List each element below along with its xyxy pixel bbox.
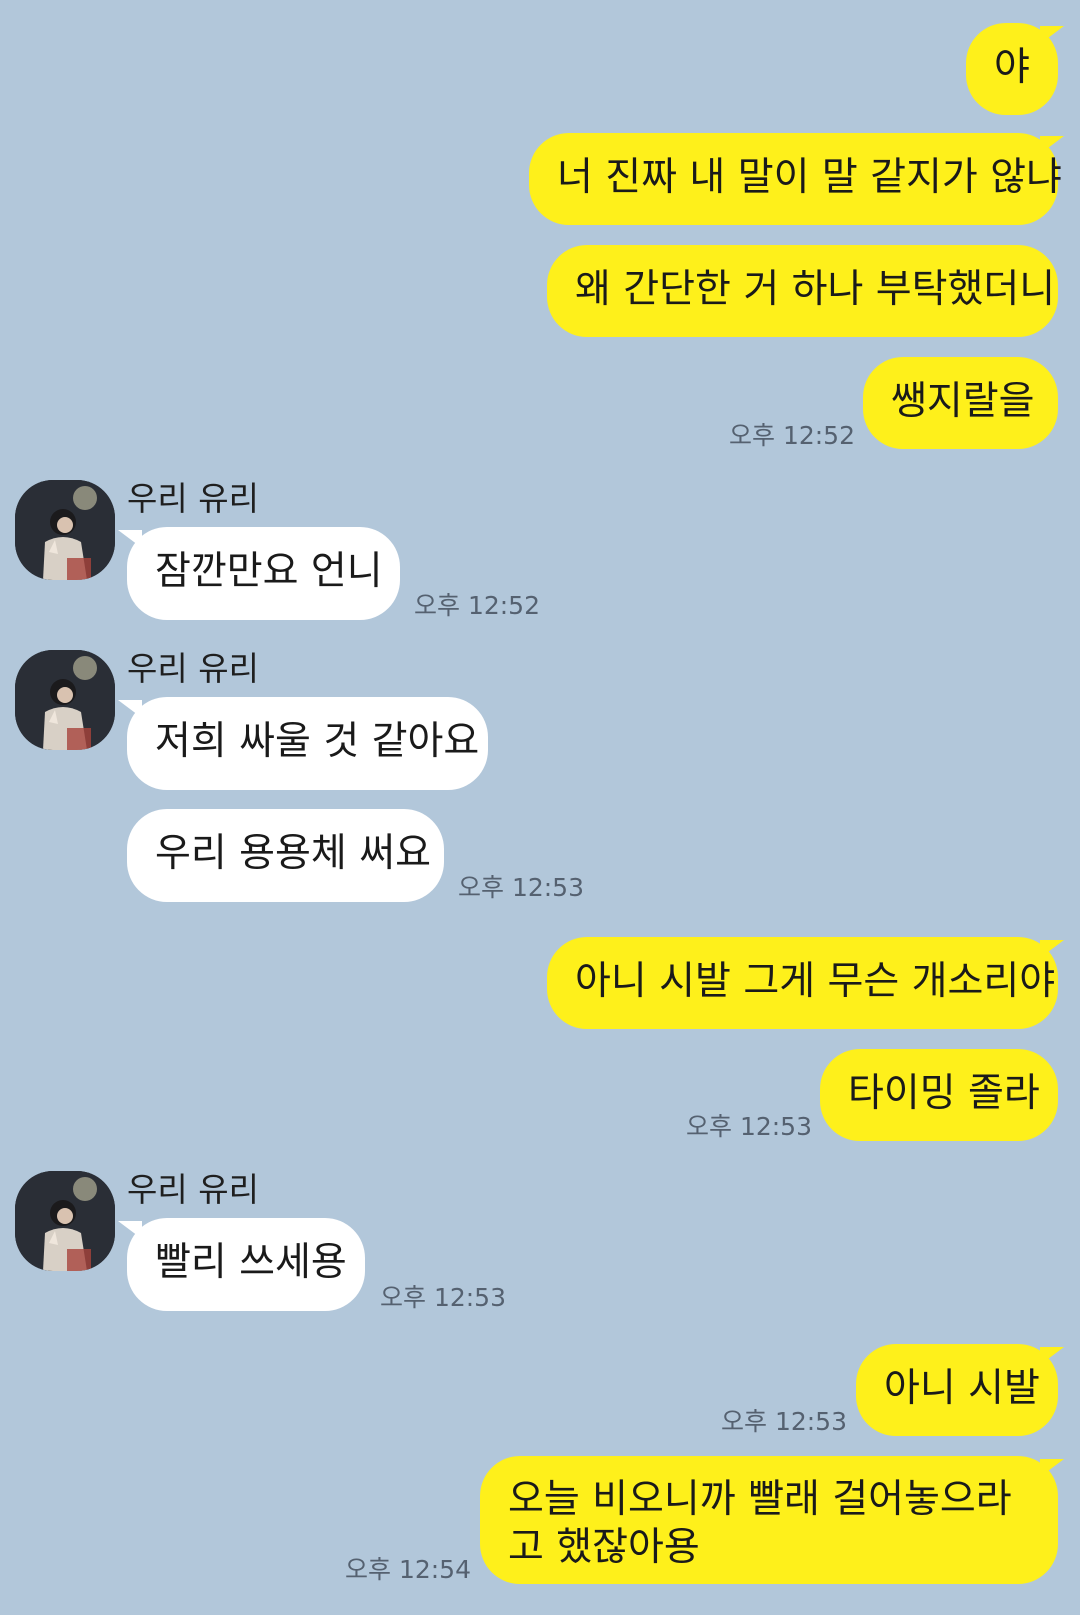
contact-avatar[interactable] — [15, 1171, 115, 1271]
message-timestamp: 오후 12:52 — [729, 421, 855, 450]
contact-name: 우리 유리 — [127, 649, 259, 688]
my-bubble-tail — [1040, 1459, 1064, 1477]
their-message-bubble[interactable]: 잠깐만요 언니 — [127, 527, 400, 620]
message-timestamp: 오후 12:54 — [345, 1555, 471, 1584]
message-timestamp: 오후 12:53 — [686, 1112, 812, 1141]
profile-photo-icon — [15, 480, 115, 580]
my-message-bubble[interactable]: 아니 시발 그게 무슨 개소리야 — [547, 937, 1058, 1029]
contact-name: 우리 유리 — [127, 479, 259, 518]
profile-photo-icon — [15, 1171, 115, 1271]
my-message-bubble[interactable]: 타이밍 졸라 — [820, 1049, 1058, 1141]
contact-avatar[interactable] — [15, 650, 115, 750]
contact-name: 우리 유리 — [127, 1170, 259, 1209]
their-message-bubble[interactable]: 빨리 쓰세용 — [127, 1218, 365, 1311]
my-message-bubble[interactable]: 쌩지랄을 — [863, 357, 1058, 449]
message-timestamp: 오후 12:53 — [458, 873, 584, 902]
their-message-bubble[interactable]: 저희 싸울 것 같아요 — [127, 697, 488, 790]
chat-screen: { "contact": { "name": "우리 유리" }, "messa… — [0, 0, 1080, 1615]
their-message-bubble[interactable]: 우리 용용체 써요 — [127, 809, 444, 902]
my-message-bubble[interactable]: 너 진짜 내 말이 말 같지가 않냐 — [529, 133, 1062, 225]
my-bubble-tail — [1040, 940, 1064, 958]
profile-photo-icon — [15, 650, 115, 750]
my-message-bubble[interactable]: 오늘 비오니까 빨래 걸어놓으라고 했잖아용 — [480, 1456, 1058, 1584]
message-timestamp: 오후 12:52 — [414, 591, 540, 620]
contact-avatar[interactable] — [15, 480, 115, 580]
my-bubble-tail — [1040, 26, 1064, 44]
my-message-bubble[interactable]: 왜 간단한 거 하나 부탁했더니 — [547, 245, 1058, 337]
my-bubble-tail — [1040, 1347, 1064, 1365]
message-timestamp: 오후 12:53 — [721, 1407, 847, 1436]
my-message-bubble[interactable]: 아니 시발 — [856, 1344, 1058, 1436]
my-bubble-tail — [1040, 136, 1064, 154]
message-timestamp: 오후 12:53 — [380, 1283, 506, 1312]
